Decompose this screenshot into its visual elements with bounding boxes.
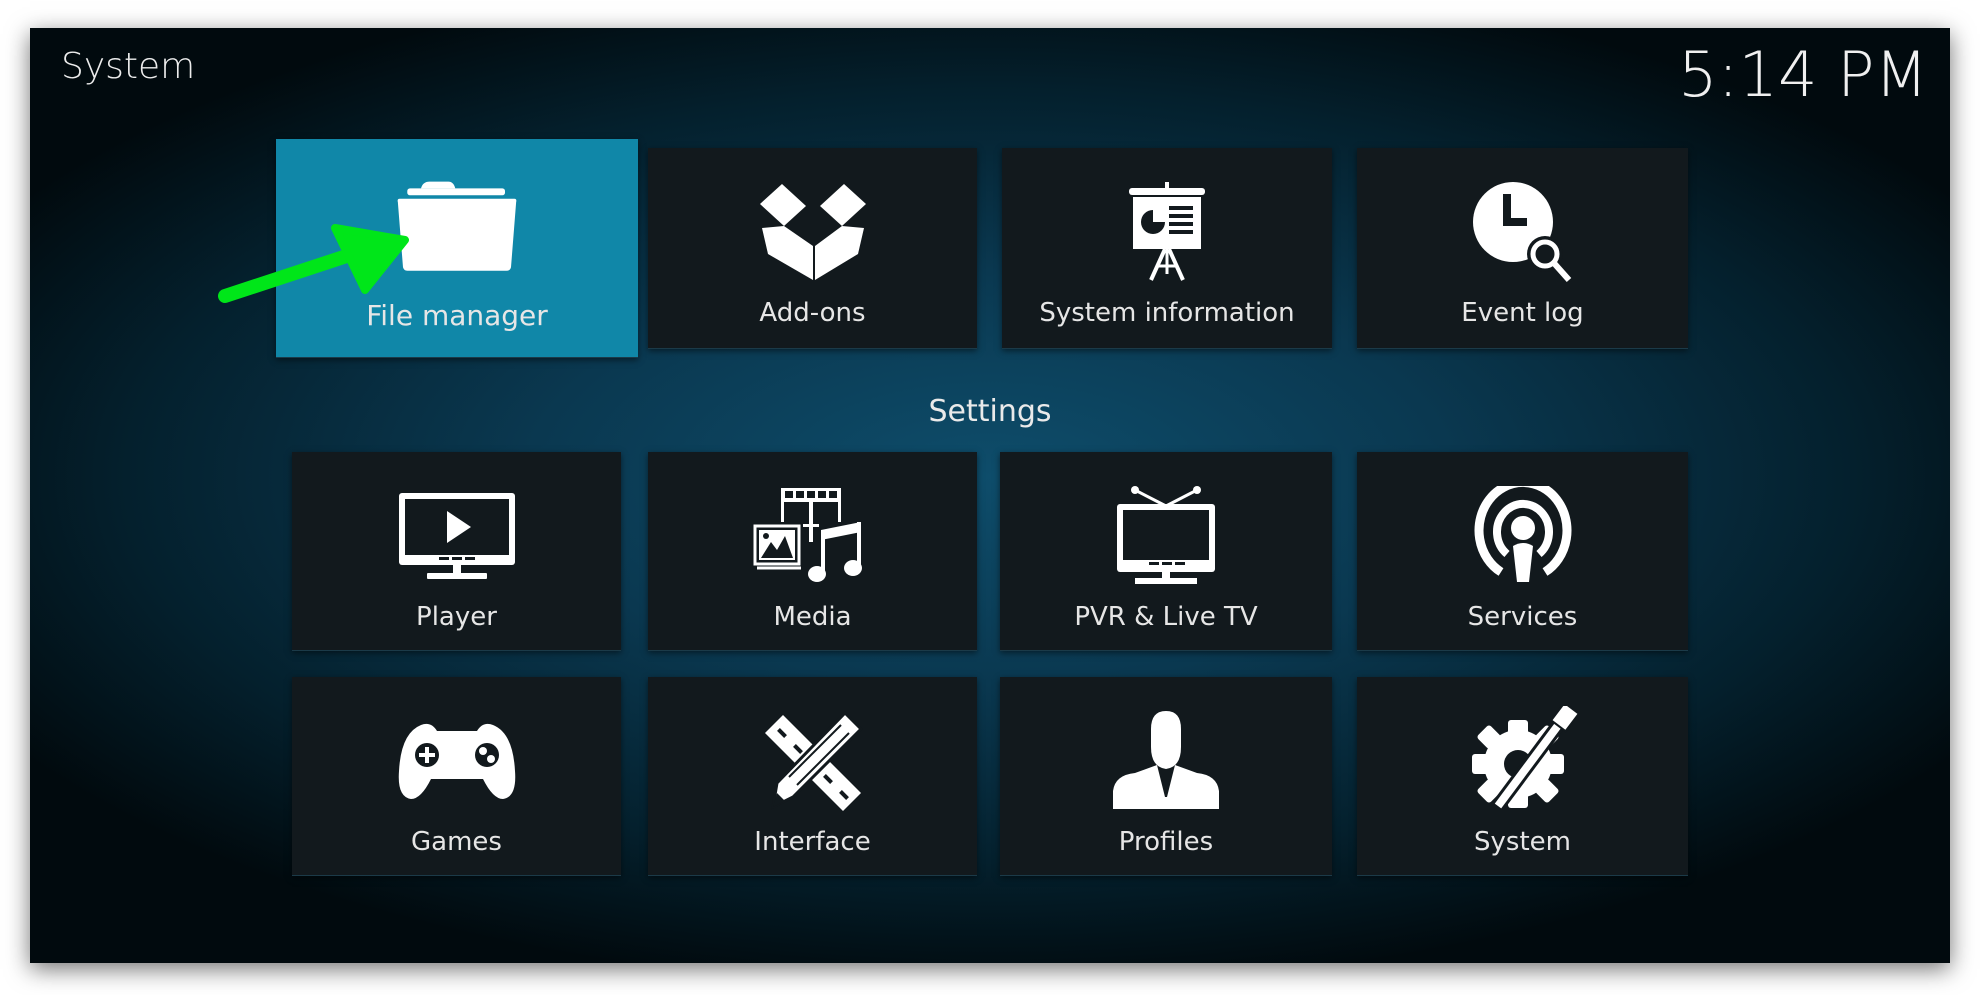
tile-player[interactable]: Player [292, 452, 621, 651]
tile-label: System [1474, 827, 1571, 857]
tile-add-ons[interactable]: Add-ons [648, 148, 977, 349]
media-icon [753, 482, 873, 590]
gear-wrench-icon [1463, 706, 1583, 815]
tile-label: Games [411, 827, 502, 857]
gamepad-icon [397, 707, 517, 815]
kodi-window: System 5:14 PM File manager Add-ons Syst… [30, 28, 1950, 963]
tv-antenna-icon [1106, 482, 1226, 590]
tile-label: Profiles [1118, 827, 1214, 857]
tile-games[interactable]: Games [292, 677, 621, 876]
tile-label: Interface [754, 827, 871, 857]
clock: 5:14 PM [1678, 38, 1928, 111]
tile-profiles[interactable]: Profiles [1000, 677, 1332, 876]
tile-interface[interactable]: Interface [648, 677, 977, 876]
tile-pvr-live-tv[interactable]: PVR & Live TV [1000, 452, 1332, 651]
folder-icon [397, 173, 517, 281]
user-icon [1106, 707, 1226, 815]
page-title: System [61, 46, 196, 87]
tile-event-log[interactable]: Event log [1357, 148, 1688, 349]
tile-system[interactable]: System [1357, 677, 1688, 876]
tile-label: PVR & Live TV [1074, 602, 1258, 632]
tile-label: System information [1039, 298, 1295, 328]
tile-media[interactable]: Media [648, 452, 977, 651]
pencil-ruler-icon [753, 707, 873, 815]
tile-label: Player [416, 602, 497, 632]
tile-label: Media [773, 602, 852, 632]
settings-heading: Settings [928, 394, 1052, 429]
tile-system-information[interactable]: System information [1002, 148, 1332, 349]
tile-label: Services [1467, 602, 1578, 632]
clock-search-icon [1463, 178, 1583, 286]
tile-label: Event log [1461, 298, 1584, 328]
broadcast-icon [1463, 482, 1583, 590]
open-box-icon [753, 178, 873, 286]
annotation-arrow-icon [218, 224, 409, 303]
tile-services[interactable]: Services [1357, 452, 1688, 651]
presentation-easel-icon [1107, 178, 1227, 286]
tile-label: Add-ons [759, 298, 866, 328]
monitor-play-icon [397, 482, 517, 590]
